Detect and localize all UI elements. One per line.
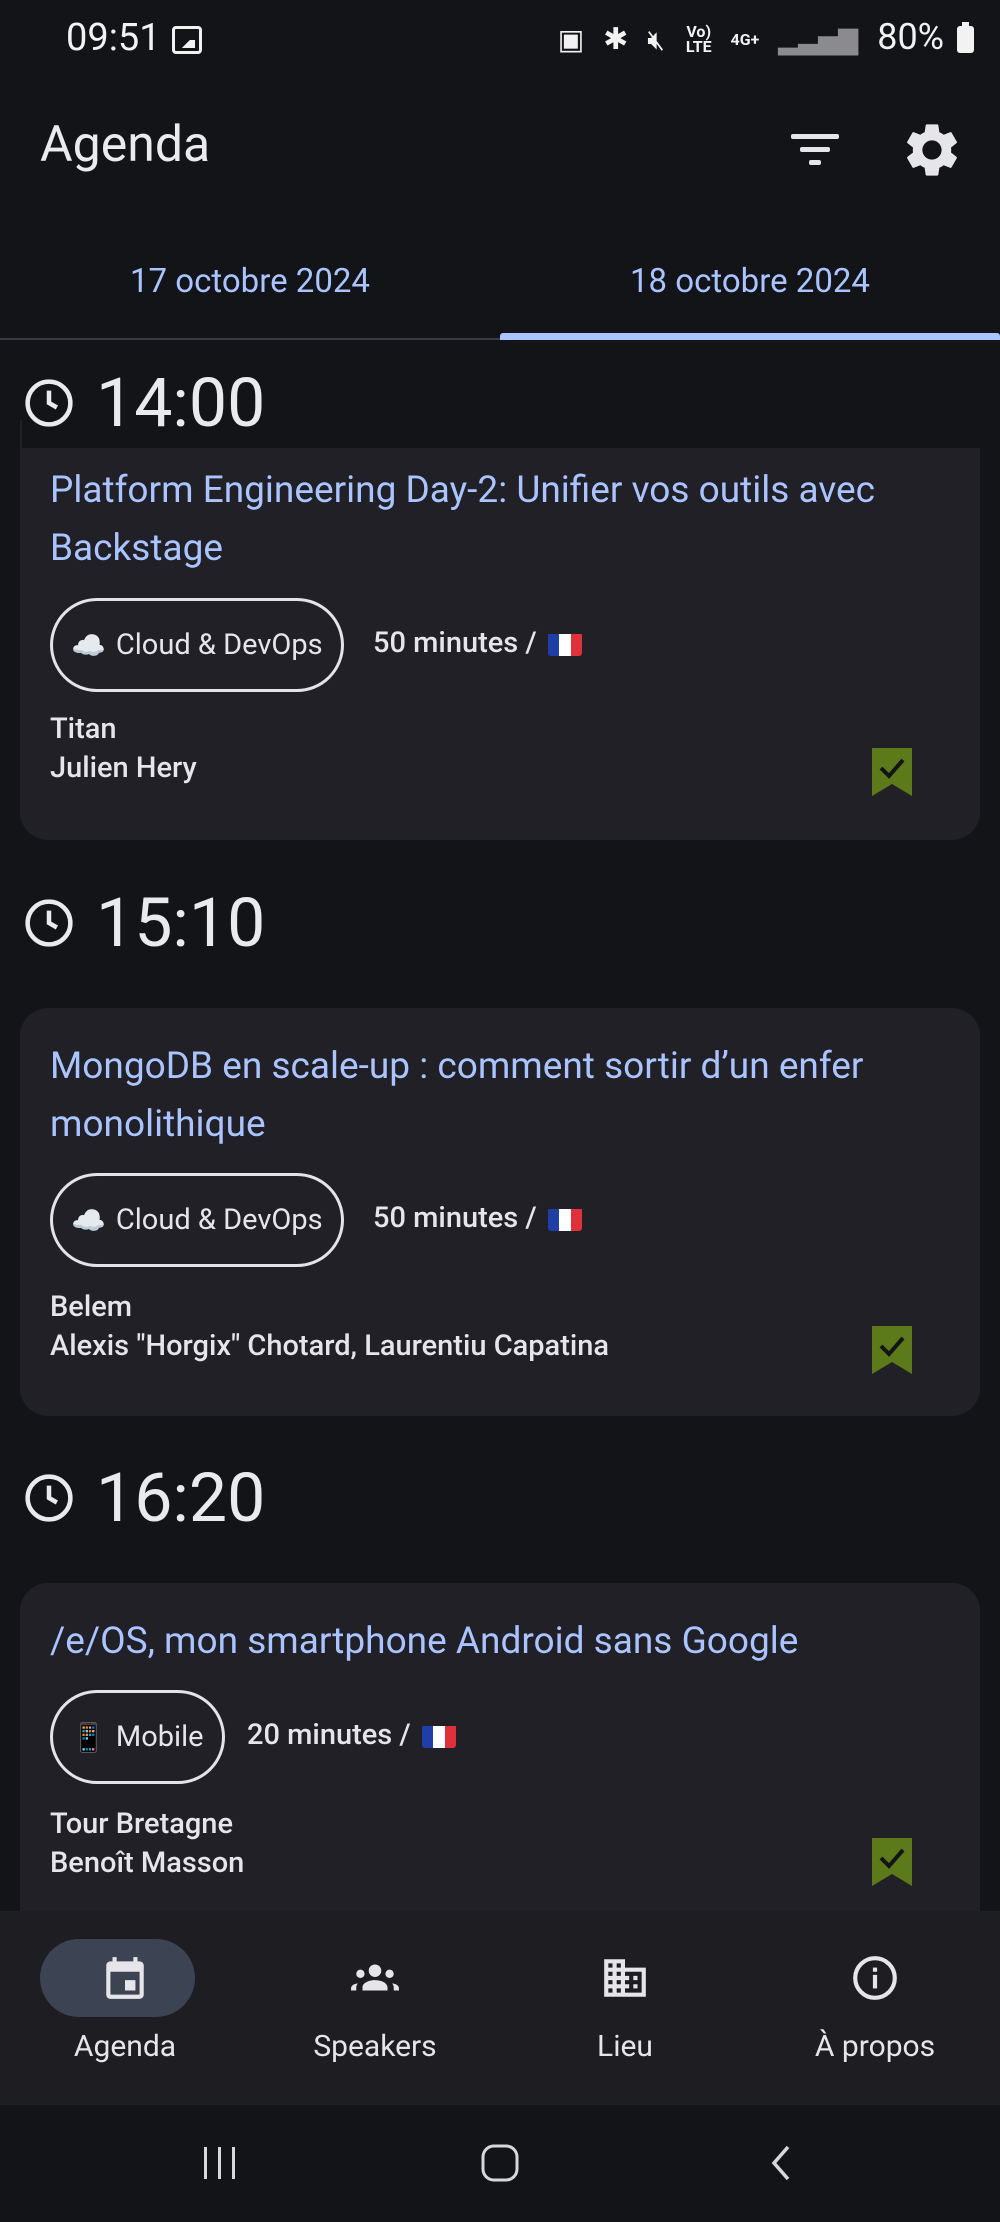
- gallery-notification-icon: [172, 26, 202, 54]
- nav-agenda[interactable]: Agenda: [0, 1911, 250, 2105]
- track-chip[interactable]: ☁️ Cloud & DevOps: [50, 1173, 344, 1267]
- duration-text: 20 minutes /: [247, 1718, 411, 1752]
- clock-icon: [25, 379, 73, 427]
- talk-duration: 20 minutes /: [247, 1718, 456, 1752]
- phone-icon: 📱: [71, 1720, 106, 1754]
- battery-percent: 80%: [877, 16, 945, 58]
- duration-text: 50 minutes /: [373, 1201, 537, 1235]
- talk-title: Platform Engineering Day-2: Unifier vos …: [50, 469, 876, 570]
- clock-icon: [25, 1474, 73, 1522]
- mute-icon: 🔇︎: [647, 23, 665, 56]
- tab-indicator: [500, 333, 1000, 340]
- cloud-icon: ☁️: [71, 1203, 106, 1237]
- calendar-icon: [106, 1957, 144, 1999]
- talk-duration: 50 minutes /: [373, 626, 582, 660]
- gear-icon[interactable]: [900, 118, 964, 182]
- tab-day-1[interactable]: 17 octobre 2024: [0, 240, 500, 340]
- nav-a-propos[interactable]: À propos: [750, 1911, 1000, 2105]
- talk-room: Tour Bretagne: [50, 1807, 233, 1841]
- slot-time: 15:10: [96, 883, 266, 963]
- signal-icon: ▂▃▅▇: [778, 26, 859, 56]
- talk-card[interactable]: Platform Engineering Day-2: Unifier vos …: [20, 420, 980, 840]
- building-icon: [604, 1959, 646, 1997]
- nav-label: À propos: [814, 2029, 936, 2064]
- volte-indicator: Vo) LTE: [685, 22, 712, 57]
- page-title: Agenda: [40, 116, 211, 174]
- system-navigation-bar: [0, 2105, 1000, 2222]
- talk-speakers: Julien Hery: [50, 751, 197, 785]
- french-flag-icon: [547, 632, 582, 657]
- back-icon[interactable]: [762, 2143, 802, 2183]
- nav-speakers[interactable]: Speakers: [250, 1911, 500, 2105]
- time-header: 15:10: [22, 878, 265, 968]
- talk-duration: 50 minutes /: [373, 1201, 582, 1235]
- time-header: 16:20: [22, 1453, 265, 1543]
- duration-text: 50 minutes /: [373, 626, 537, 660]
- battery-icon: [957, 21, 974, 53]
- nav-lieu[interactable]: Lieu: [500, 1911, 750, 2105]
- talk-speakers: Alexis "Horgix" Chotard, Laurentiu Capat…: [50, 1329, 610, 1363]
- bookmark-icon[interactable]: [872, 1838, 912, 1886]
- talk-speakers: Benoît Masson: [50, 1846, 245, 1880]
- french-flag-icon: [421, 1724, 456, 1749]
- status-time: 09:51: [66, 16, 161, 60]
- tab-day-2[interactable]: 18 octobre 2024: [500, 240, 1000, 340]
- time-header: 14:00: [22, 358, 1000, 448]
- bookmark-icon[interactable]: [872, 1326, 912, 1374]
- status-icons: ▣ ✱ 🔇︎ Vo) LTE 4G+ ▂▃▅▇ 80%: [558, 16, 974, 58]
- track-chip[interactable]: ☁️ Cloud & DevOps: [50, 598, 344, 692]
- nav-label: Agenda: [73, 2029, 177, 2064]
- cloud-icon: ☁️: [71, 628, 106, 662]
- talk-room: Titan: [50, 712, 117, 746]
- nav-label: Speakers: [313, 2029, 437, 2064]
- track-label: Mobile: [115, 1720, 204, 1754]
- filter-icon[interactable]: [785, 124, 845, 174]
- talk-title: MongoDB en scale-up : comment sortir d’u…: [50, 1045, 864, 1146]
- network-indicator: 4G+: [730, 29, 760, 49]
- bluetooth-icon: ✱: [603, 22, 629, 57]
- slot-time: 14:00: [96, 363, 266, 443]
- talk-room: Belem: [50, 1290, 133, 1324]
- recents-icon[interactable]: [200, 2143, 240, 2183]
- people-icon: [351, 1964, 399, 1991]
- info-icon: [853, 1956, 897, 2000]
- bottom-navigation: Agenda Speakers Lieu À propos: [0, 1911, 1000, 2105]
- talk-card[interactable]: MongoDB en scale-up : comment sortir d’u…: [20, 1008, 980, 1416]
- track-label: Cloud & DevOps: [115, 628, 323, 662]
- nav-label: Lieu: [597, 2029, 653, 2064]
- bookmark-icon[interactable]: [872, 748, 912, 796]
- status-bar: 09:51 ▣ ✱ 🔇︎ Vo) LTE 4G+ ▂▃▅▇ 80%: [0, 0, 1000, 84]
- slot-time: 16:20: [96, 1458, 266, 1538]
- track-label: Cloud & DevOps: [115, 1203, 323, 1237]
- nfc-icon: ▣: [557, 23, 585, 56]
- french-flag-icon: [547, 1207, 582, 1232]
- talk-title: /e/OS, mon smartphone Android sans Googl…: [50, 1620, 799, 1663]
- clock-icon: [25, 899, 73, 947]
- home-icon[interactable]: [480, 2143, 520, 2183]
- track-chip[interactable]: 📱 Mobile: [50, 1690, 225, 1784]
